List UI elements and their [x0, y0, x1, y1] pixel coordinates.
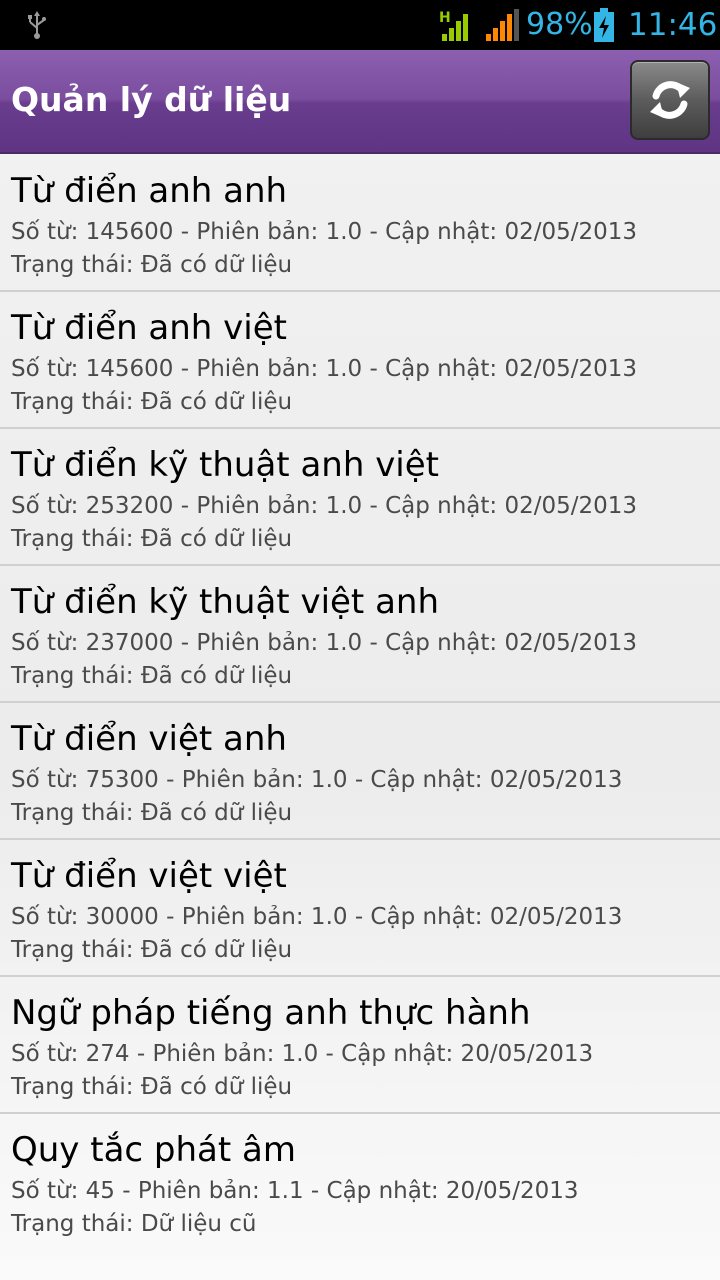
item-title: Từ điển kỹ thuật việt anh: [11, 582, 440, 622]
item-title: Từ điển anh việt: [11, 308, 287, 348]
list-item[interactable]: Từ điển anh anh Số từ: 145600 - Phiên bả…: [0, 155, 720, 292]
item-title: Từ điển việt anh: [11, 719, 287, 759]
battery-percent: 98%: [526, 7, 593, 42]
refresh-icon: [650, 81, 690, 119]
item-title: Ngữ pháp tiếng anh thực hành: [11, 993, 531, 1033]
refresh-button[interactable]: [630, 60, 710, 140]
clock: 11:46: [628, 7, 718, 43]
item-info: Số từ: 75300 - Phiên bản: 1.0 - Cập nhật…: [11, 767, 623, 793]
item-title: Từ điển kỹ thuật anh việt: [11, 445, 440, 485]
list-item[interactable]: Quy tắc phát âm Số từ: 45 - Phiên bản: 1…: [0, 1114, 720, 1251]
list-item[interactable]: Từ điển việt việt Số từ: 30000 - Phiên b…: [0, 840, 720, 977]
item-status: Trạng thái: Đã có dữ liệu: [11, 526, 293, 552]
action-bar: Quản lý dữ liệu: [0, 50, 720, 154]
item-title: Quy tắc phát âm: [11, 1130, 296, 1170]
item-status: Trạng thái: Đã có dữ liệu: [11, 252, 293, 278]
item-title: Từ điển việt việt: [11, 856, 287, 896]
signal-icon: [486, 9, 519, 41]
item-status: Trạng thái: Dữ liệu cũ: [11, 1211, 257, 1237]
item-title: Từ điển anh anh: [11, 171, 288, 211]
usb-icon: [28, 11, 46, 39]
svg-text:H: H: [439, 10, 451, 26]
item-info: Số từ: 253200 - Phiên bản: 1.0 - Cập nhậ…: [11, 493, 638, 519]
item-status: Trạng thái: Đã có dữ liệu: [11, 937, 293, 963]
list-item[interactable]: Từ điển kỹ thuật việt anh Số từ: 237000 …: [0, 566, 720, 703]
list-item[interactable]: Từ điển anh việt Số từ: 145600 - Phiên b…: [0, 292, 720, 429]
item-info: Số từ: 145600 - Phiên bản: 1.0 - Cập nhậ…: [11, 219, 638, 245]
item-info: Số từ: 145600 - Phiên bản: 1.0 - Cập nhậ…: [11, 356, 638, 382]
data-list: Từ điển anh anh Số từ: 145600 - Phiên bả…: [0, 155, 720, 1251]
item-status: Trạng thái: Đã có dữ liệu: [11, 800, 293, 826]
item-info: Số từ: 45 - Phiên bản: 1.1 - Cập nhật: 2…: [11, 1178, 579, 1204]
item-status: Trạng thái: Đã có dữ liệu: [11, 663, 293, 689]
status-bar: H 98% 11:46: [0, 0, 720, 50]
item-info: Số từ: 237000 - Phiên bản: 1.0 - Cập nhậ…: [11, 630, 638, 656]
battery-charging-icon: [594, 8, 614, 42]
list-item[interactable]: Từ điển kỹ thuật anh việt Số từ: 253200 …: [0, 429, 720, 566]
item-status: Trạng thái: Đã có dữ liệu: [11, 1074, 293, 1100]
item-info: Số từ: 274 - Phiên bản: 1.0 - Cập nhật: …: [11, 1041, 594, 1067]
item-info: Số từ: 30000 - Phiên bản: 1.0 - Cập nhật…: [11, 904, 623, 930]
network-h-icon: H: [439, 10, 468, 41]
page-title: Quản lý dữ liệu: [11, 80, 292, 119]
list-item[interactable]: Từ điển việt anh Số từ: 75300 - Phiên bả…: [0, 703, 720, 840]
list-item[interactable]: Ngữ pháp tiếng anh thực hành Số từ: 274 …: [0, 977, 720, 1114]
item-status: Trạng thái: Đã có dữ liệu: [11, 389, 293, 415]
